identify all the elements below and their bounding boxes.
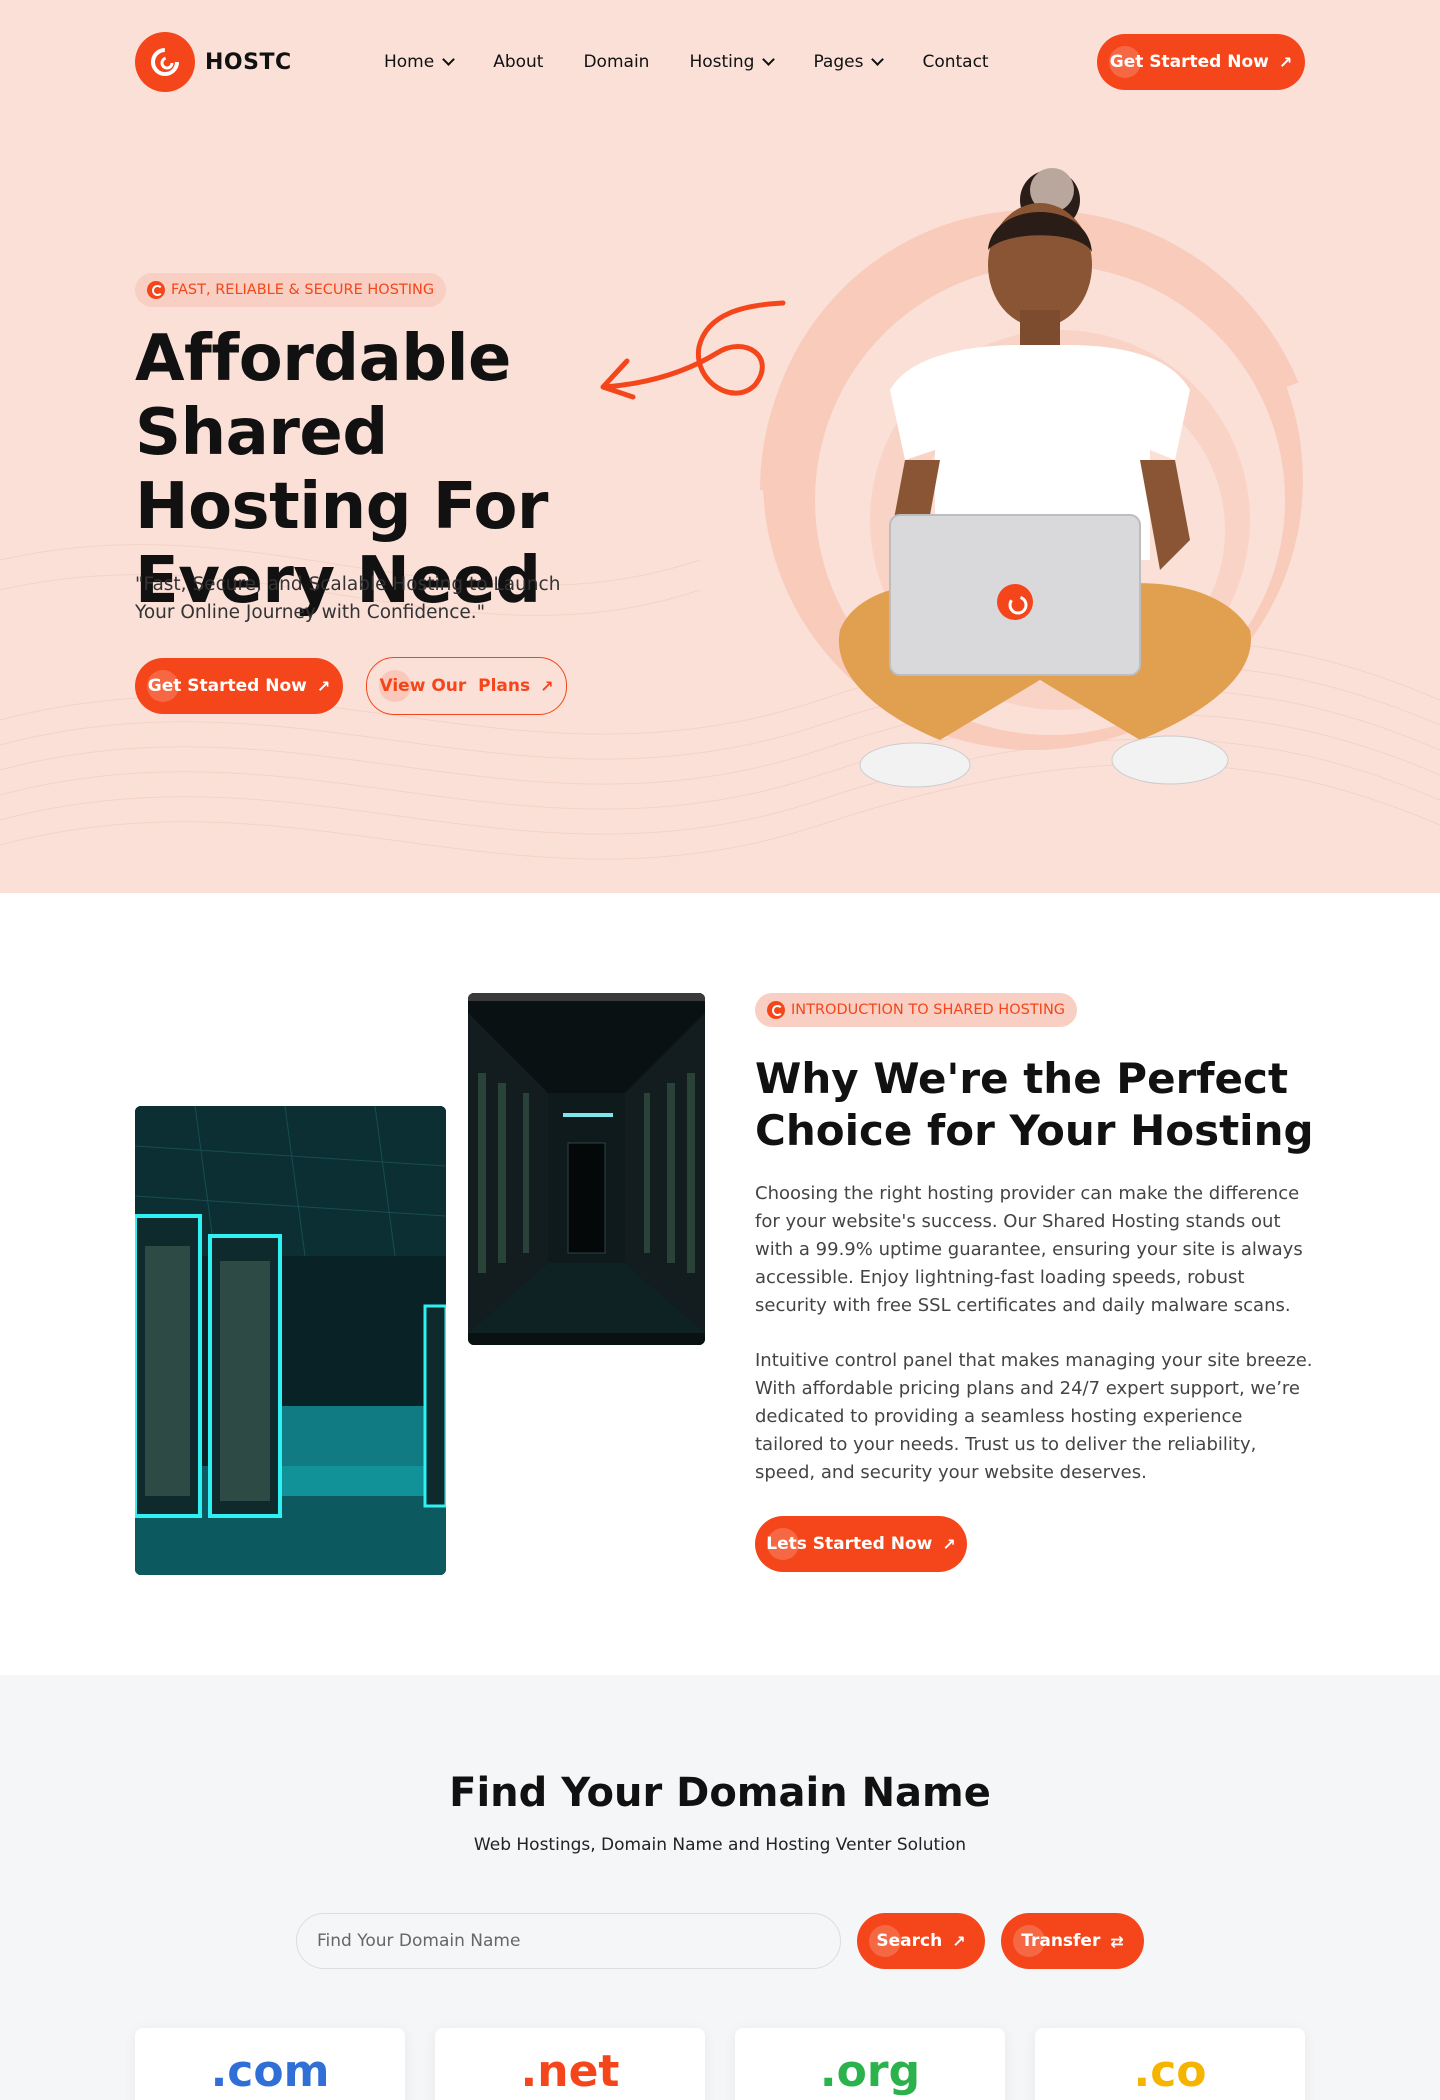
hero-subtitle: "Fast, Secure, and Scalable Hosting to L…: [135, 574, 561, 623]
logo-swirl-icon: [135, 32, 195, 92]
hero-tag: FAST, RELIABLE & SECURE HOSTING: [135, 273, 447, 307]
domain-search-button[interactable]: Search ↗: [857, 1913, 985, 1969]
domain-search-input[interactable]: [296, 1913, 841, 1969]
nav-home-label: Home: [384, 52, 435, 72]
nav-home[interactable]: Home: [384, 52, 456, 72]
tld-card-net[interactable]: .net: [435, 2028, 705, 2100]
top-navigation: HOSTC Home About Domain Hosting Pages Co…: [135, 31, 1305, 93]
view-plans-button[interactable]: View Our Plans ↗: [366, 657, 567, 715]
nav-cta-label: Get Started Now: [1109, 52, 1269, 72]
arrow-up-right-icon: ↗: [952, 1931, 966, 1951]
domain-subtitle: Web Hostings, Domain Name and Hosting Ve…: [473, 1835, 967, 1855]
chevron-down-icon: [871, 53, 885, 66]
nav-domain-label: Domain: [583, 52, 650, 72]
transfer-button-label: Transfer: [1021, 1931, 1101, 1951]
hero-tag-label: FAST, RELIABLE & SECURE HOSTING: [171, 282, 435, 298]
hero-get-started-button[interactable]: Get Started Now ↗: [135, 658, 343, 714]
hero-secondary-label: View Our Plans: [379, 676, 531, 696]
lets-started-button[interactable]: Lets Started Now ↗: [755, 1516, 967, 1572]
tld-label: .com: [210, 2046, 330, 2097]
arrow-up-right-icon: ↗: [540, 676, 554, 696]
arrow-up-right-icon: ↗: [942, 1534, 956, 1554]
chevron-down-icon: [762, 53, 776, 66]
about-tag-label: INTRODUCTION TO SHARED HOSTING: [791, 1002, 1066, 1018]
tld-card-co[interactable]: .co: [1035, 2028, 1305, 2100]
domain-title: Find Your Domain Name: [449, 1770, 991, 1816]
datacenter-image-large: [135, 1106, 446, 1575]
nav-pages-label: Pages: [813, 52, 864, 72]
about-paragraph-1: Choosing the right hosting provider can …: [755, 1183, 1303, 1316]
swap-arrows-icon: ⇄: [1110, 1931, 1124, 1951]
tld-card-org[interactable]: .org: [735, 2028, 1005, 2100]
nav-about[interactable]: About: [493, 52, 543, 72]
hero-section: HOSTC Home About Domain Hosting Pages Co…: [0, 0, 1440, 893]
tld-card-com[interactable]: .com: [135, 2028, 405, 2100]
nav-hosting[interactable]: Hosting: [689, 52, 776, 72]
nav-pages[interactable]: Pages: [813, 52, 885, 72]
datacenter-image-small: [468, 993, 705, 1345]
about-button-label: Lets Started Now: [766, 1534, 933, 1554]
arrow-up-right-icon: ↗: [316, 676, 331, 696]
nav-about-label: About: [493, 52, 544, 72]
hero-primary-label: Get Started Now: [147, 676, 307, 696]
nav-hosting-label: Hosting: [689, 52, 755, 72]
tld-label: .co: [1133, 2046, 1207, 2097]
chevron-down-icon: [442, 53, 456, 66]
tld-label: .net: [520, 2046, 620, 2097]
brand-logo[interactable]: HOSTC: [135, 31, 292, 93]
tag-swirl-icon: [767, 1001, 785, 1019]
main-menu: Home About Domain Hosting Pages Contact: [384, 31, 1029, 93]
domain-search-section: Find Your Domain Name Web Hostings, Doma…: [0, 1675, 1440, 2100]
hero-illustration: [760, 168, 1303, 788]
domain-transfer-button[interactable]: Transfer ⇄: [1001, 1913, 1144, 1969]
about-section: INTRODUCTION TO SHARED HOSTING Why We're…: [0, 893, 1440, 1675]
about-title: Why We're the Perfect Choice for Your Ho…: [755, 1054, 1314, 1155]
tag-swirl-icon: [147, 281, 165, 299]
nav-domain[interactable]: Domain: [583, 52, 649, 72]
brand-name: HOSTC: [205, 49, 292, 75]
nav-get-started-button[interactable]: Get Started Now ↗: [1097, 34, 1305, 90]
nav-contact[interactable]: Contact: [922, 52, 988, 72]
about-tag: INTRODUCTION TO SHARED HOSTING: [755, 993, 1078, 1027]
tld-label: .org: [819, 2046, 921, 2097]
nav-contact-label: Contact: [922, 52, 989, 72]
search-button-label: Search: [876, 1931, 943, 1951]
arrow-up-right-icon: ↗: [1278, 52, 1293, 72]
about-paragraph-2: Intuitive control panel that makes manag…: [755, 1350, 1313, 1483]
